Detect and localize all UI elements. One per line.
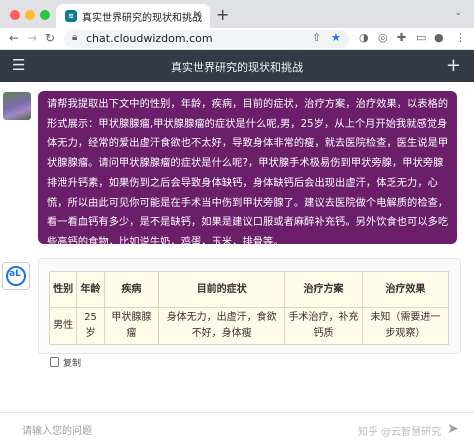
- copy-icon: [50, 357, 59, 367]
- bookmark-star-icon[interactable]: ★: [331, 31, 341, 44]
- tab-title: 真实世界研究的现状和挑战: [82, 13, 202, 24]
- user-message-bubble: 请帮我提取出下文中的性别，年龄，疾病，目前的症状，治疗方案，治疗效果，以表格的形…: [38, 91, 457, 244]
- forward-arrow-icon[interactable]: →: [27, 31, 37, 45]
- back-arrow-icon[interactable]: ←: [9, 31, 19, 45]
- table-header-cell: 目前的症状: [158, 271, 286, 308]
- send-icon[interactable]: ➤: [447, 421, 459, 437]
- copy-label: 复制: [63, 359, 82, 369]
- share-icon[interactable]: ⇧: [312, 31, 321, 44]
- table-header-cell: 年龄: [76, 271, 105, 308]
- sidebar-icon[interactable]: ▭: [416, 31, 426, 44]
- watermark-text: 知乎 @云智慧研究: [358, 427, 442, 438]
- minimize-window-button[interactable]: [25, 10, 35, 20]
- extension-icon-2[interactable]: ◎: [378, 31, 388, 44]
- browser-menu-icon[interactable]: ⋮: [455, 31, 466, 44]
- table-cell: 甲状腺腺瘤: [103, 307, 160, 345]
- extension-icon[interactable]: ◑: [359, 31, 369, 44]
- table-header-cell: 治疗方案: [284, 271, 363, 308]
- url-text: chat.cloudwizdom.com: [86, 32, 213, 45]
- bot-logo-icon: aL: [9, 269, 21, 279]
- profile-icon[interactable]: ●: [434, 31, 444, 44]
- browser-toolbar: ← → ↻ 🔒︎ chat.cloudwizdom.com ⇧ ★ ◑ ◎ ✚ …: [0, 28, 474, 50]
- table-row: 男性 25岁 甲状腺腺瘤 身体无力，出虚汗，食欲不好，身体瘦 手术治疗，补充钙质…: [48, 307, 450, 345]
- reload-icon[interactable]: ↻: [45, 31, 55, 45]
- new-chat-plus-icon[interactable]: +: [446, 55, 461, 76]
- table-cell: 未知（需要进一步观察）: [361, 307, 450, 345]
- user-avatar: [3, 92, 31, 120]
- close-window-button[interactable]: [10, 10, 20, 20]
- table-header-cell: 疾病: [103, 271, 160, 308]
- table-header-cell: 治疗效果: [361, 271, 450, 308]
- copy-button[interactable]: 复制: [50, 356, 81, 369]
- table-header-cell: 性别: [48, 271, 78, 308]
- table-cell: 男性: [48, 307, 78, 345]
- table-header-row: 性别 年龄 疾病 目前的症状 治疗方案 治疗效果: [48, 271, 450, 308]
- bot-avatar: aL: [2, 262, 30, 290]
- tab-menu-chevron-icon[interactable]: ⌄: [454, 8, 462, 18]
- app-header: ☰ 真实世界研究的现状和挑战 +: [0, 50, 474, 82]
- new-tab-icon[interactable]: +: [216, 5, 229, 24]
- table-cell: 25岁: [76, 307, 105, 345]
- chat-input[interactable]: [22, 421, 352, 441]
- lock-icon: 🔒︎: [72, 32, 78, 43]
- chat-input-bar: 知乎 @云智慧研究 ➤: [0, 412, 474, 448]
- table-cell: 手术治疗，补充钙质: [284, 307, 363, 345]
- tab-close-icon[interactable]: ✕: [193, 8, 202, 21]
- browser-tab[interactable]: ≋ 真实世界研究的现状和挑战 ✕: [56, 4, 210, 28]
- extensions-puzzle-icon[interactable]: ✚: [397, 31, 406, 44]
- result-table: 性别 年龄 疾病 目前的症状 治疗方案 治疗效果 男性 25岁 甲状腺腺瘤 身体…: [48, 271, 450, 345]
- address-bar[interactable]: 🔒︎ chat.cloudwizdom.com: [64, 30, 349, 48]
- table-cell: 身体无力，出虚汗，食欲不好，身体瘦: [158, 307, 286, 345]
- page-title: 真实世界研究的现状和挑战: [171, 61, 303, 74]
- site-favicon-icon: ≋: [65, 10, 77, 22]
- maximize-window-button[interactable]: [40, 10, 50, 20]
- browser-tab-bar: ≋ 真实世界研究的现状和挑战 ✕ + ⌄: [0, 0, 474, 28]
- bot-message-card: 性别 年龄 疾病 目前的症状 治疗方案 治疗效果 男性 25岁 甲状腺腺瘤 身体…: [38, 258, 461, 354]
